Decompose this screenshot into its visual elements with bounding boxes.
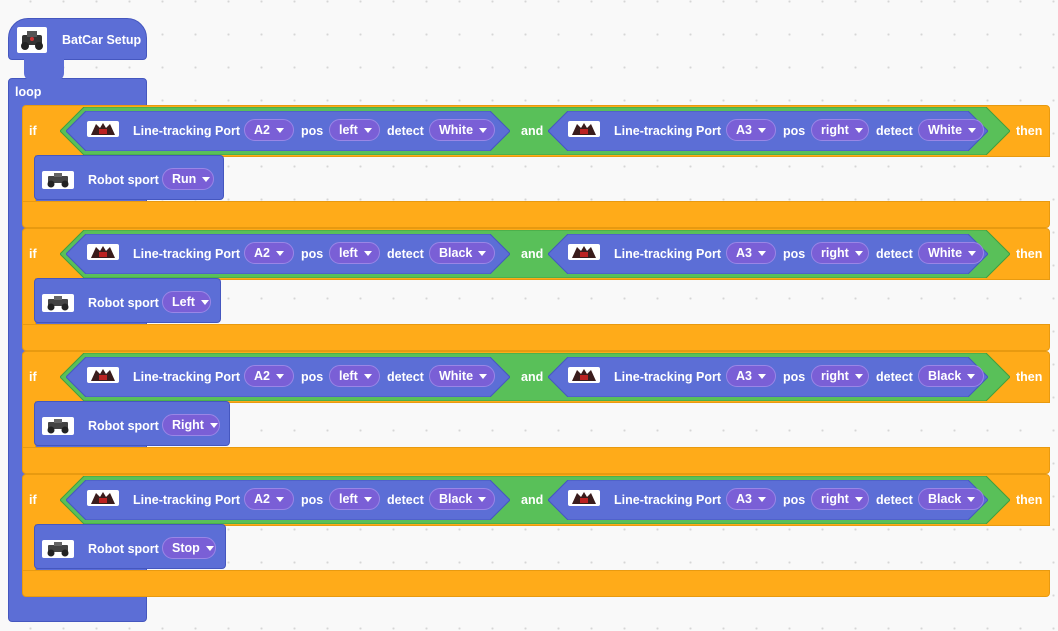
right-pos-dropdown[interactable]: right <box>811 119 869 141</box>
left-detect-dropdown[interactable]: Black <box>429 242 495 264</box>
left-detect-label: detect <box>387 124 424 138</box>
left-port-label: Port <box>215 247 240 261</box>
right-port-label: Port <box>696 247 721 261</box>
right-sensor-robot-icon <box>568 367 600 383</box>
left-detect-label: detect <box>387 493 424 507</box>
left-port-label: Port <box>215 124 240 138</box>
left-line-tracking-label: Line-tracking <box>133 124 212 138</box>
and-keyword: and <box>521 493 544 507</box>
if-keyword: if <box>29 247 37 261</box>
right-sensor-robot-icon <box>568 121 600 137</box>
right-port-label: Port <box>696 124 721 138</box>
left-sensor-robot-icon <box>87 367 119 383</box>
right-line-tracking-label: Line-tracking <box>614 370 693 384</box>
if-block-bottom <box>22 570 1050 597</box>
if-block-bottom <box>22 201 1050 228</box>
robot-car-icon <box>42 171 74 189</box>
right-port-dropdown[interactable]: A3 <box>726 119 776 141</box>
right-detect-dropdown[interactable]: White <box>918 119 984 141</box>
right-port-dropdown[interactable]: A3 <box>726 365 776 387</box>
left-detect-dropdown[interactable]: White <box>429 119 495 141</box>
right-pos-label: pos <box>783 370 806 384</box>
right-port-label: Port <box>696 370 721 384</box>
right-detect-dropdown[interactable]: White <box>918 242 984 264</box>
then-keyword: then <box>1016 493 1043 507</box>
right-pos-dropdown[interactable]: right <box>811 242 869 264</box>
robot-sport-label: Robot sport <box>88 542 159 556</box>
left-port-dropdown[interactable]: A2 <box>244 488 294 510</box>
right-detect-label: detect <box>876 124 913 138</box>
and-keyword: and <box>521 370 544 384</box>
robot-sport-action-dropdown[interactable]: Right <box>162 414 220 436</box>
right-pos-label: pos <box>783 124 806 138</box>
if-block-bottom <box>22 447 1050 474</box>
left-sensor-robot-icon <box>87 121 119 137</box>
robot-car-icon <box>42 417 74 435</box>
robot-sport-action-dropdown[interactable]: Run <box>162 168 214 190</box>
left-line-tracking-label: Line-tracking <box>133 493 212 507</box>
robot-sport-action-dropdown[interactable]: Left <box>162 291 211 313</box>
left-detect-label: detect <box>387 247 424 261</box>
batcar-robot-icon <box>17 27 47 53</box>
right-pos-dropdown[interactable]: right <box>811 365 869 387</box>
right-sensor-robot-icon <box>568 244 600 260</box>
left-port-dropdown[interactable]: A2 <box>244 365 294 387</box>
left-pos-dropdown[interactable]: left <box>329 365 380 387</box>
left-port-dropdown[interactable]: A2 <box>244 242 294 264</box>
left-port-label: Port <box>215 370 240 384</box>
left-port-dropdown[interactable]: A2 <box>244 119 294 141</box>
then-keyword: then <box>1016 370 1043 384</box>
robot-car-icon <box>42 540 74 558</box>
if-keyword: if <box>29 370 37 384</box>
robot-car-icon <box>42 294 74 312</box>
setup-connector <box>24 59 64 81</box>
right-sensor-robot-icon <box>568 490 600 506</box>
left-port-label: Port <box>215 493 240 507</box>
right-detect-dropdown[interactable]: Black <box>918 488 984 510</box>
robot-sport-label: Robot sport <box>88 173 159 187</box>
then-keyword: then <box>1016 247 1043 261</box>
right-pos-dropdown[interactable]: right <box>811 488 869 510</box>
right-pos-label: pos <box>783 493 806 507</box>
right-port-dropdown[interactable]: A3 <box>726 488 776 510</box>
robot-sport-action-dropdown[interactable]: Stop <box>162 537 216 559</box>
and-keyword: and <box>521 247 544 261</box>
if-block-bottom <box>22 324 1050 351</box>
right-line-tracking-label: Line-tracking <box>614 124 693 138</box>
left-pos-dropdown[interactable]: left <box>329 242 380 264</box>
and-keyword: and <box>521 124 544 138</box>
right-detect-label: detect <box>876 247 913 261</box>
left-line-tracking-label: Line-tracking <box>133 247 212 261</box>
left-pos-label: pos <box>301 124 324 138</box>
if-keyword: if <box>29 124 37 138</box>
left-pos-label: pos <box>301 493 324 507</box>
right-line-tracking-label: Line-tracking <box>614 493 693 507</box>
robot-sport-label: Robot sport <box>88 419 159 433</box>
right-line-tracking-label: Line-tracking <box>614 247 693 261</box>
left-pos-label: pos <box>301 247 324 261</box>
left-pos-dropdown[interactable]: left <box>329 119 380 141</box>
robot-sport-label: Robot sport <box>88 296 159 310</box>
if-keyword: if <box>29 493 37 507</box>
right-detect-label: detect <box>876 370 913 384</box>
left-sensor-robot-icon <box>87 490 119 506</box>
right-pos-label: pos <box>783 247 806 261</box>
left-detect-dropdown[interactable]: Black <box>429 488 495 510</box>
left-pos-label: pos <box>301 370 324 384</box>
right-detect-label: detect <box>876 493 913 507</box>
right-port-label: Port <box>696 493 721 507</box>
left-line-tracking-label: Line-tracking <box>133 370 212 384</box>
right-detect-dropdown[interactable]: Black <box>918 365 984 387</box>
then-keyword: then <box>1016 124 1043 138</box>
left-detect-dropdown[interactable]: White <box>429 365 495 387</box>
loop-label: loop <box>15 85 42 99</box>
right-port-dropdown[interactable]: A3 <box>726 242 776 264</box>
left-sensor-robot-icon <box>87 244 119 260</box>
left-detect-label: detect <box>387 370 424 384</box>
setup-label: BatCar Setup <box>62 33 142 47</box>
left-pos-dropdown[interactable]: left <box>329 488 380 510</box>
